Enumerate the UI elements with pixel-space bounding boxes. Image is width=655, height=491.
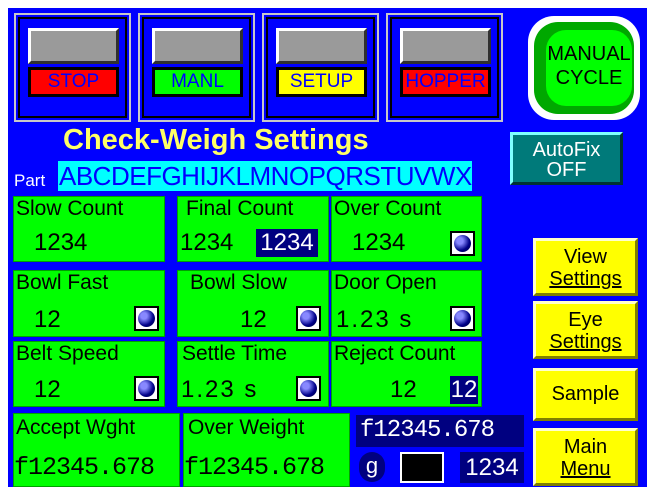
accept-weight-value[interactable]: f12345.678	[14, 454, 155, 482]
final-count-value: 1234	[180, 229, 234, 256]
accept-weight-title: Accept Wght	[16, 416, 136, 439]
belt-speed-adjust-knob-icon[interactable]	[134, 376, 159, 401]
manual-indicator-lamp	[152, 28, 243, 64]
view-settings-line1: View	[564, 246, 607, 268]
reject-count-value[interactable]: 12	[390, 376, 417, 404]
stop-indicator-lamp	[28, 28, 119, 64]
live-weight-readout: f12345.678	[356, 415, 524, 447]
bowl-slow-adjust-knob-icon[interactable]	[296, 306, 321, 331]
sample-label: Sample	[551, 383, 620, 405]
weight-unit-badge: g	[359, 452, 385, 482]
hmi-screen: STOP MANL SETUP HOPPER MANUAL CYCLE Chec…	[8, 8, 647, 487]
page-title: Check-Weigh Settings	[63, 124, 369, 156]
hopper-label: HOPPER	[400, 67, 491, 97]
view-settings-line2: Settings	[549, 268, 622, 290]
slow-count-title: Slow Count	[16, 197, 124, 220]
sample-button[interactable]: Sample	[533, 368, 638, 421]
bowl-slow-title: Bowl Slow	[190, 271, 287, 294]
over-count-value[interactable]: 1234	[352, 229, 405, 257]
setup-indicator-lamp	[276, 28, 367, 64]
setup-label: SETUP	[276, 67, 367, 97]
main-menu-line2: Menu	[560, 458, 611, 480]
settle-time-adjust-knob-icon[interactable]	[296, 376, 321, 401]
eye-settings-button[interactable]: Eye Settings	[533, 301, 638, 359]
final-count-current-value[interactable]: 1234	[256, 229, 318, 257]
bowl-fast-title: Bowl Fast	[16, 271, 109, 294]
main-menu-button[interactable]: Main Menu	[533, 428, 638, 486]
over-count-cell: Over Count 1234	[331, 196, 482, 262]
manual-mode-button[interactable]: MANL	[138, 13, 255, 122]
final-count-title: Final Count	[186, 197, 294, 220]
view-settings-button[interactable]: View Settings	[533, 238, 638, 296]
status-indicator-box	[400, 452, 444, 483]
reject-count-cell: Reject Count 12 12	[331, 341, 482, 407]
manual-cycle-line2: CYCLE	[555, 67, 623, 89]
final-count-cell: Final Count 1234 1234	[177, 196, 329, 262]
bowl-fast-value[interactable]: 12	[34, 306, 61, 334]
setup-button[interactable]: SETUP	[262, 13, 379, 122]
autofix-toggle-button[interactable]: AutoFix OFF	[510, 132, 623, 185]
over-weight-title: Over Weight	[188, 416, 305, 439]
over-weight-value[interactable]: f12345.678	[184, 454, 325, 482]
settle-time-value[interactable]: 1.23 s	[181, 376, 258, 404]
belt-speed-title: Belt Speed	[16, 342, 119, 365]
door-open-value[interactable]: 1.23 s	[336, 306, 413, 334]
eye-settings-line1: Eye	[568, 309, 603, 331]
manual-cycle-face: MANUAL CYCLE	[546, 30, 632, 106]
belt-speed-value[interactable]: 12	[34, 376, 61, 404]
manual-cycle-button[interactable]: MANUAL CYCLE	[528, 16, 640, 120]
manual-cycle-line1: MANUAL	[547, 43, 631, 65]
main-menu-line1: Main	[563, 436, 608, 458]
over-weight-cell: Over Weight f12345.678	[183, 413, 350, 487]
part-name-field[interactable]: ABCDEFGHIJKLMNOPQRSTUVWXY	[58, 161, 472, 191]
accept-weight-cell: Accept Wght f12345.678	[13, 413, 180, 487]
bowl-slow-cell: Bowl Slow 12	[177, 270, 329, 337]
belt-speed-cell: Belt Speed 12	[13, 341, 165, 407]
over-count-title: Over Count	[334, 197, 442, 220]
hopper-indicator-lamp	[400, 28, 491, 64]
settle-time-cell: Settle Time 1.23 s	[177, 341, 329, 407]
reject-count-current-value: 12	[450, 376, 478, 404]
autofix-state: OFF	[546, 159, 587, 181]
over-count-adjust-knob-icon[interactable]	[450, 231, 475, 256]
weigh-count-readout: 1234	[460, 452, 524, 483]
bowl-fast-adjust-knob-icon[interactable]	[134, 306, 159, 331]
settle-time-title: Settle Time	[182, 342, 288, 365]
bowl-slow-value[interactable]: 12	[240, 306, 267, 334]
part-label: Part	[14, 171, 46, 190]
door-open-adjust-knob-icon[interactable]	[450, 306, 475, 331]
door-open-title: Door Open	[334, 271, 437, 294]
slow-count-cell: Slow Count 1234	[13, 196, 165, 262]
stop-button[interactable]: STOP	[14, 13, 131, 122]
slow-count-value[interactable]: 1234	[34, 229, 87, 257]
hopper-button[interactable]: HOPPER	[386, 13, 503, 122]
bowl-fast-cell: Bowl Fast 12	[13, 270, 165, 337]
stop-label: STOP	[28, 67, 119, 97]
autofix-label: AutoFix	[532, 139, 601, 161]
reject-count-title: Reject Count	[334, 342, 456, 365]
eye-settings-line2: Settings	[549, 331, 622, 353]
manual-label: MANL	[152, 67, 243, 97]
door-open-cell: Door Open 1.23 s	[331, 270, 482, 337]
